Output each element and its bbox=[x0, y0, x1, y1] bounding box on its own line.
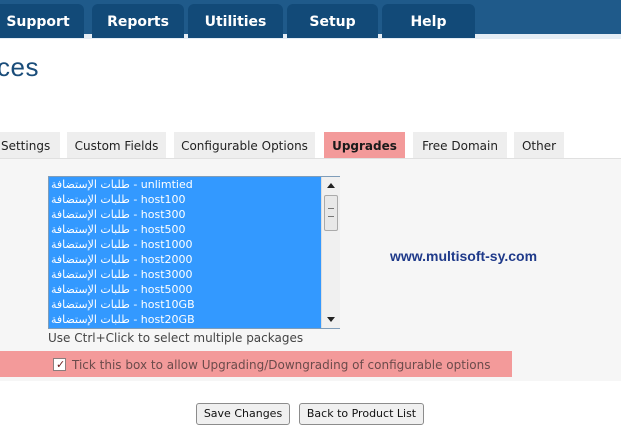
nav-tab-support[interactable]: Support bbox=[0, 4, 84, 38]
package-option[interactable]: طلبات الإستضافة - host300 bbox=[49, 207, 321, 222]
upgrade-packages-select[interactable]: طلبات الإستضافة - unlimtied طلبات الإستض… bbox=[48, 176, 340, 329]
scroll-down-icon[interactable] bbox=[327, 317, 335, 322]
scroll-up-icon[interactable] bbox=[327, 183, 335, 188]
package-option[interactable]: طلبات الإستضافة - host3000 bbox=[49, 267, 321, 282]
tab-upgrades[interactable]: Upgrades bbox=[324, 132, 405, 158]
package-option[interactable]: طلبات الإستضافة - host20GB bbox=[49, 312, 321, 327]
configurable-upgrade-checkbox[interactable]: ✓ bbox=[53, 358, 66, 371]
configurable-upgrade-label: Tick this box to allow Upgrading/Downgra… bbox=[72, 358, 491, 372]
nav-tab-help[interactable]: Help bbox=[382, 4, 475, 38]
back-to-product-list-button[interactable]: Back to Product List bbox=[299, 403, 424, 425]
product-subtabs: e Settings Custom Fields Configurable Op… bbox=[0, 130, 621, 158]
watermark-text: www.multisoft-sy.com bbox=[390, 248, 538, 264]
multi-select-hint: Use Ctrl+Click to select multiple packag… bbox=[48, 331, 304, 345]
package-option[interactable]: طلبات الإستضافة - host100 bbox=[49, 192, 321, 207]
tab-free-domain[interactable]: Free Domain bbox=[413, 132, 507, 158]
tab-configurable-options[interactable]: Configurable Options bbox=[174, 132, 315, 158]
package-option[interactable]: طلبات الإستضافة - host2000 bbox=[49, 252, 321, 267]
checkmark-icon: ✓ bbox=[56, 358, 66, 371]
nav-tab-utilities[interactable]: Utilities bbox=[188, 4, 283, 38]
nav-tab-setup[interactable]: Setup bbox=[287, 4, 378, 38]
nav-tab-reports[interactable]: Reports bbox=[92, 4, 184, 38]
package-option[interactable]: طلبات الإستضافة - host500 bbox=[49, 222, 321, 237]
packages-list: طلبات الإستضافة - unlimtied طلبات الإستض… bbox=[49, 177, 321, 328]
tab-custom-fields[interactable]: Custom Fields bbox=[67, 132, 166, 158]
page-title: ces bbox=[0, 52, 39, 82]
package-option[interactable]: طلبات الإستضافة - unlimtied bbox=[49, 177, 321, 192]
package-option[interactable]: طلبات الإستضافة - host10GB bbox=[49, 297, 321, 312]
scroll-thumb[interactable] bbox=[324, 195, 338, 231]
top-nav: Support Reports Utilities Setup Help bbox=[0, 0, 621, 39]
package-option[interactable]: طلبات الإستضافة - host5000 bbox=[49, 282, 321, 297]
package-option[interactable]: طلبات الإستضافة - host1000 bbox=[49, 237, 321, 252]
packages-scrollbar[interactable] bbox=[321, 177, 340, 328]
save-changes-button[interactable]: Save Changes bbox=[196, 403, 290, 425]
tab-other[interactable]: Other bbox=[514, 132, 564, 158]
tab-other-settings[interactable]: e Settings bbox=[0, 132, 60, 158]
